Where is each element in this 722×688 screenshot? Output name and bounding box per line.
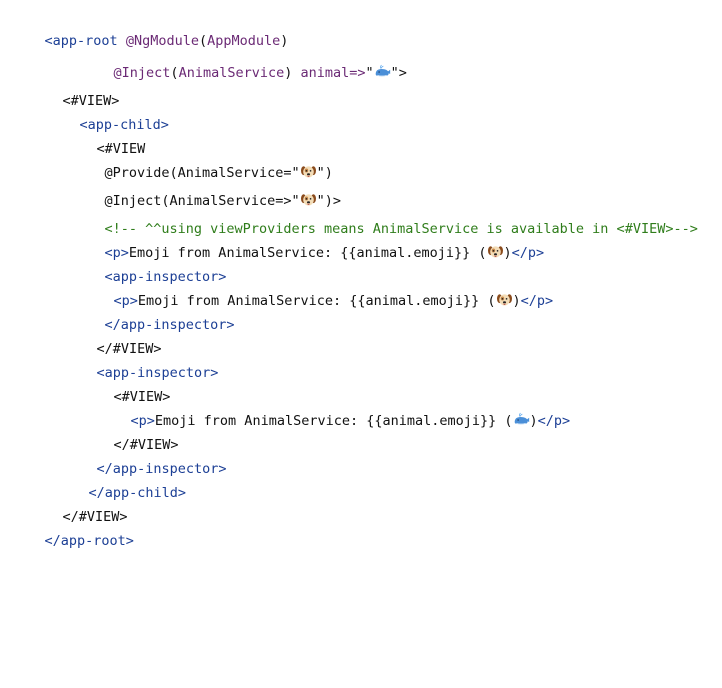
code-line: @Inject(AnimalService=>" ")> — [72, 171, 341, 209]
code-line: </app-inspector> — [72, 295, 235, 333]
dog-emoji-icon — [496, 291, 513, 308]
code-line: <app-inspector> — [72, 247, 227, 285]
paren: ( — [170, 65, 179, 81]
code-line: <p>Emoji from AnimalService: {{animal.em… — [81, 271, 554, 309]
code-line: </#VIEW> — [64, 319, 162, 357]
code-line: @Inject(AnimalService) animal=>" "> — [81, 43, 407, 81]
tag-app-root-close: </app-root> — [44, 533, 134, 549]
code-line: <#VIEW> — [30, 71, 120, 109]
code-line: <app-root @NgModule(AppModule) — [12, 11, 289, 49]
quote: " — [365, 65, 374, 81]
tag-p-close: </p> — [511, 245, 545, 261]
code-line: </app-root> — [12, 511, 134, 549]
whale-emoji-icon — [374, 63, 391, 80]
code-line: <app-inspector> — [64, 343, 219, 381]
code-block: <app-root @NgModule(AppModule) @Inject(A… — [0, 0, 722, 549]
code-line: <p>Emoji from AnimalService: {{animal.em… — [72, 223, 545, 261]
decorator-inject: @Inject — [113, 65, 171, 81]
code-line: <p>Emoji from AnimalService: {{animal.em… — [98, 391, 570, 429]
code-line: <#VIEW — [64, 119, 146, 157]
class-name: AnimalService — [178, 65, 285, 81]
whale-emoji-icon — [513, 411, 530, 428]
dog-emoji-icon — [487, 243, 504, 260]
tag-p-close: </p> — [537, 413, 571, 429]
code-line: @Provide(AnimalService=" ") — [72, 143, 333, 181]
code-line: </app-inspector> — [64, 439, 227, 477]
emoji-text: Emoji from AnimalService: {{animal.emoji… — [154, 413, 513, 429]
paren: ) — [529, 413, 538, 429]
attr-animal: animal=> — [292, 65, 366, 81]
code-line: </app-child> — [56, 463, 187, 501]
tag-p-close: </p> — [520, 293, 554, 309]
code-line: </#VIEW> — [30, 487, 128, 525]
paren: ) — [503, 245, 512, 261]
code-line: <app-child> — [47, 95, 169, 133]
paren: ) — [512, 293, 521, 309]
code-line: <#VIEW> — [81, 367, 171, 405]
code-line: <!-- ^^using viewProviders means AnimalS… — [72, 199, 698, 237]
code-line: </#VIEW> — [81, 415, 179, 453]
quote: "> — [390, 65, 407, 81]
